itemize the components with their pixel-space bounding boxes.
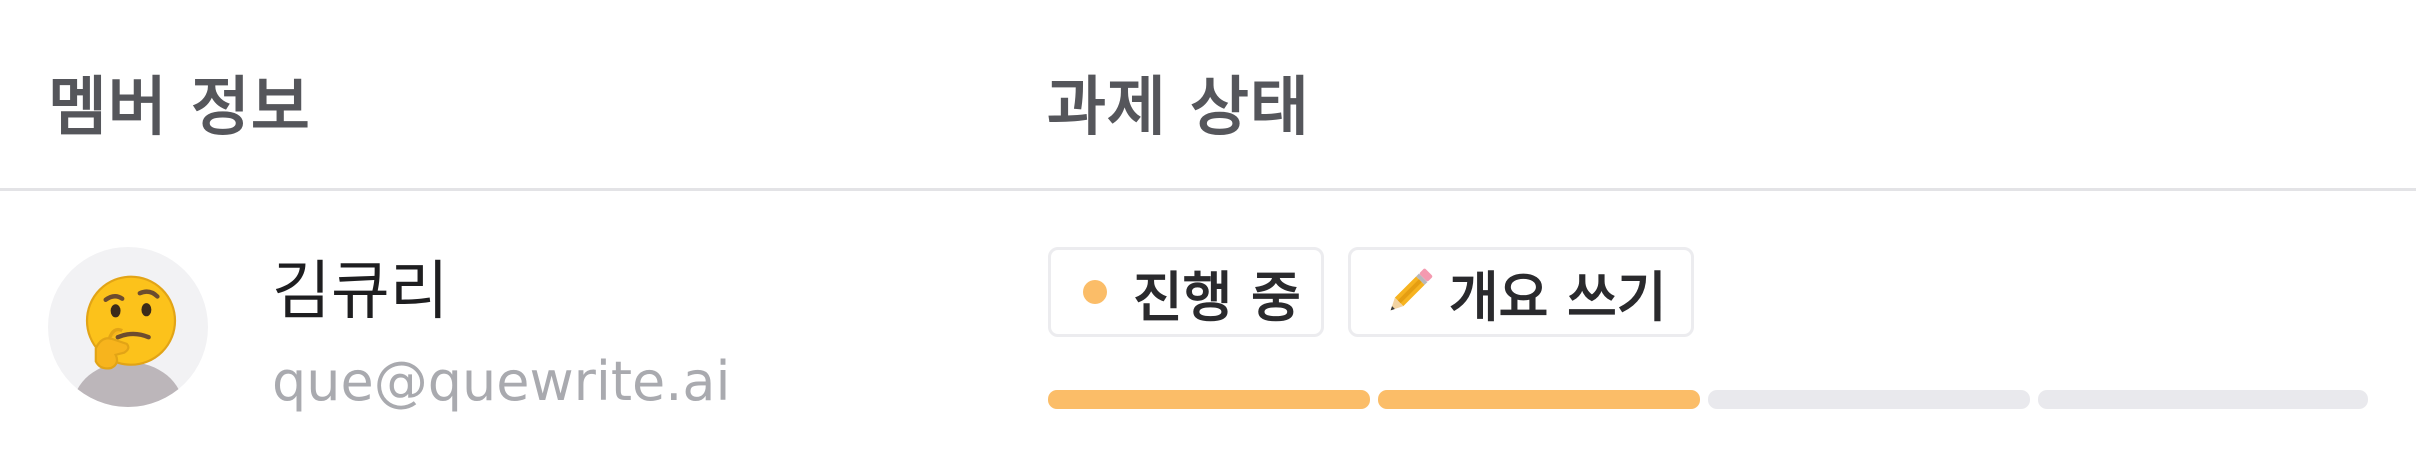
member-table: 멤버 정보 과제 상태 김큐리 que@quewrite.ai 진행 중 개요 …: [0, 0, 2416, 464]
progress-status-label: 진행 중: [1133, 265, 1301, 329]
status-dot-icon: [1083, 280, 1107, 304]
current-task-label: 개요 쓰기: [1449, 265, 1667, 329]
progress-step-2: [1378, 390, 1700, 409]
task-status-column-header: 과제 상태: [1047, 71, 1310, 145]
member-name: 김큐리: [272, 255, 449, 329]
progress-step-1: [1048, 390, 1370, 409]
member-email: que@quewrite.ai: [272, 350, 731, 413]
progress-step-4: [2038, 390, 2368, 409]
current-task-badge: 개요 쓰기: [1348, 247, 1694, 337]
member-info-column-header: 멤버 정보: [48, 71, 311, 145]
progress-step-3: [1708, 390, 2030, 409]
progress-status-badge: 진행 중: [1048, 247, 1324, 337]
pencil-icon: [1390, 268, 1433, 311]
avatar: [48, 247, 208, 407]
table-header-row: 멤버 정보 과제 상태: [0, 0, 2416, 191]
thinking-face-icon: [85, 275, 177, 370]
